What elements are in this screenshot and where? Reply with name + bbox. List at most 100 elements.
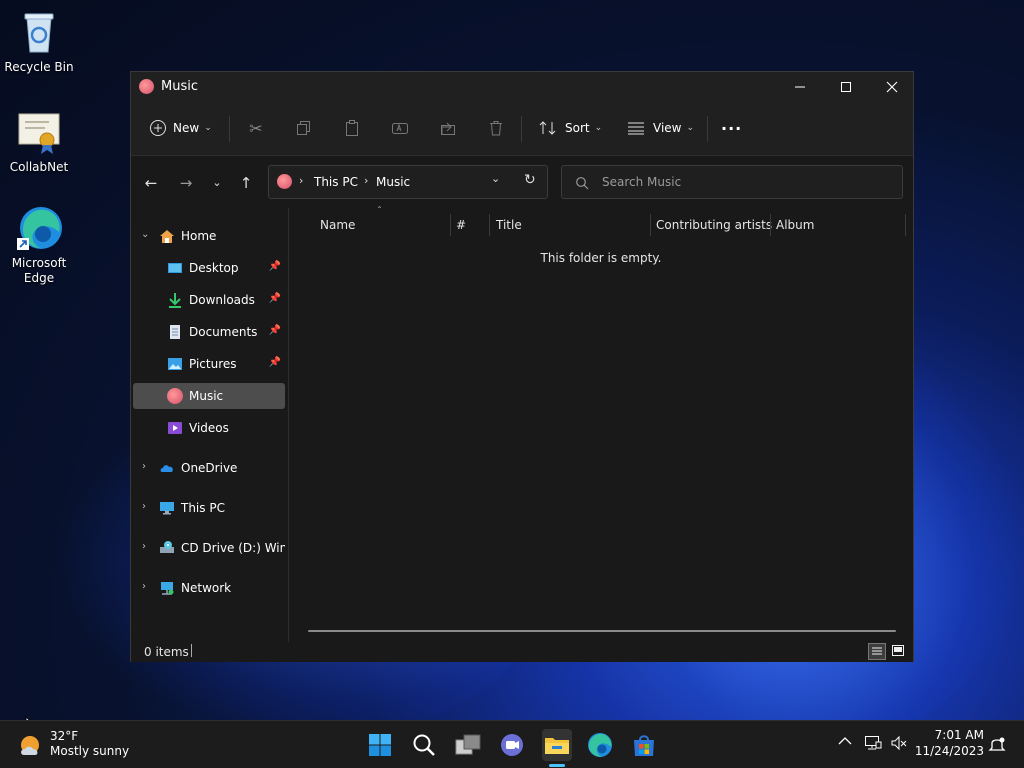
copy-button[interactable]	[289, 114, 319, 142]
scissors-icon: ✂	[249, 118, 263, 138]
volume-button[interactable]	[890, 734, 908, 752]
microsoft-store-button[interactable]	[630, 731, 658, 759]
edge-icon	[588, 733, 612, 757]
search-icon	[413, 734, 435, 756]
up-button[interactable]: ↑	[236, 173, 256, 193]
column-divider[interactable]	[905, 214, 906, 236]
back-button[interactable]: ←	[141, 173, 161, 193]
navigation-pane: ⌄ Home Desktop 📌 Downloads 📌 Documents 📌…	[131, 208, 289, 642]
sidebar-item-downloads[interactable]: Downloads 📌	[133, 287, 285, 313]
delete-button[interactable]	[481, 114, 511, 142]
network-status-button[interactable]	[864, 734, 882, 752]
sidebar-item-network[interactable]: Network	[133, 575, 285, 601]
sidebar-item-desktop[interactable]: Desktop 📌	[133, 255, 285, 281]
column-header-contributing-artists[interactable]: Contributing artists	[656, 218, 772, 232]
arrow-left-icon: ←	[144, 174, 158, 192]
column-divider[interactable]	[450, 214, 451, 236]
store-icon	[634, 735, 654, 756]
clock[interactable]: 7:01 AM 11/24/2023	[914, 727, 984, 763]
recent-locations-button[interactable]: ⌄	[207, 173, 227, 193]
arrow-up-icon: ↑	[239, 174, 253, 192]
task-view-button[interactable]	[454, 731, 482, 759]
show-hidden-icons-button[interactable]	[838, 735, 854, 753]
desktop-icon-collabnet[interactable]: CollabNet	[0, 108, 78, 175]
cut-button[interactable]: ✂	[241, 114, 271, 142]
view-button[interactable]: View ⌄	[627, 114, 694, 142]
share-button[interactable]	[433, 114, 463, 142]
close-button[interactable]	[869, 72, 915, 102]
desktop-icon-microsoft-edge[interactable]: Microsoft Edge	[0, 204, 78, 286]
notifications-button[interactable]	[988, 735, 1006, 753]
column-header-number[interactable]: #	[456, 218, 466, 232]
computer-icon	[160, 502, 174, 515]
sidebar-item-cd-drive[interactable]: CD Drive (D:) Windo	[133, 535, 285, 561]
address-bar[interactable]: › This PC › Music ⌄ ↻	[268, 165, 548, 199]
column-header-title[interactable]: Title	[496, 218, 522, 232]
sidebar-item-this-pc[interactable]: This PC	[133, 495, 285, 521]
volume-muted-icon	[891, 735, 907, 751]
search-input[interactable]: Search Music	[602, 175, 681, 189]
pin-icon: 📌	[268, 261, 281, 272]
title-bar[interactable]: Music	[131, 72, 913, 102]
tiles-view-button[interactable]	[890, 643, 908, 660]
sidebar-item-home[interactable]: Home	[133, 223, 285, 249]
pictures-icon	[168, 358, 182, 370]
search-box[interactable]: Search Music	[561, 165, 903, 199]
sidebar-item-pictures[interactable]: Pictures 📌	[133, 351, 285, 377]
weather-condition: Mostly sunny	[50, 744, 130, 758]
new-button[interactable]: New ⌄	[149, 114, 212, 142]
column-divider[interactable]	[650, 214, 651, 236]
sidebar-item-label: This PC	[181, 501, 225, 515]
item-count: 0 items	[144, 645, 189, 659]
sidebar-item-label: Documents	[189, 325, 258, 339]
clipboard-icon	[346, 120, 358, 136]
ellipsis-icon: ···	[721, 118, 743, 138]
start-button[interactable]	[366, 731, 394, 759]
edge-button[interactable]	[586, 731, 614, 759]
sidebar-item-music[interactable]: Music	[133, 383, 285, 409]
column-header-album[interactable]: Album	[776, 218, 814, 232]
column-divider[interactable]	[770, 214, 771, 236]
weather-widget[interactable]: 32°F Mostly sunny	[18, 727, 138, 763]
new-button-label: New	[173, 121, 200, 135]
status-bar: 0 items	[131, 642, 913, 662]
rename-icon	[392, 123, 408, 134]
plus-circle-icon	[150, 120, 166, 136]
address-history-button[interactable]: ⌄	[491, 172, 500, 185]
details-view-button[interactable]	[868, 643, 886, 660]
sidebar-item-documents[interactable]: Documents 📌	[133, 319, 285, 345]
toolbar-divider	[707, 116, 708, 142]
trash-icon	[490, 121, 502, 136]
desktop-icon-label: Recycle Bin	[4, 60, 74, 74]
taskbar: 32°F Mostly sunny 7:01 AM 11/24/2023	[0, 720, 1024, 768]
windows-logo-icon	[369, 734, 391, 756]
sidebar-item-onedrive[interactable]: OneDrive	[133, 455, 285, 481]
search-button[interactable]	[410, 731, 438, 759]
network-monitor-icon	[865, 736, 882, 750]
sort-button[interactable]: Sort ⌄	[539, 114, 602, 142]
maximize-button[interactable]	[823, 72, 869, 102]
breadcrumb-music[interactable]: Music	[376, 175, 410, 189]
desktop-icon-label: Microsoft Edge	[11, 256, 67, 285]
column-header-name[interactable]: Name	[320, 218, 355, 232]
pin-icon: 📌	[268, 325, 281, 336]
sidebar-item-videos[interactable]: Videos	[133, 415, 285, 441]
desktop-icon-recycle-bin[interactable]: Recycle Bin	[0, 8, 78, 75]
desktop-folder-icon	[168, 263, 182, 273]
minimize-button[interactable]	[777, 72, 823, 102]
rename-button[interactable]	[385, 114, 415, 142]
horizontal-scrollbar[interactable]	[308, 630, 896, 632]
sidebar-item-label: Music	[189, 389, 224, 403]
forward-button[interactable]: →	[176, 173, 196, 193]
refresh-icon: ↻	[524, 172, 536, 188]
file-explorer-button[interactable]	[542, 729, 572, 761]
breadcrumb-this-pc[interactable]: This PC	[314, 175, 358, 189]
refresh-button[interactable]: ↻	[524, 172, 536, 188]
column-divider[interactable]	[489, 214, 490, 236]
sort-indicator-icon: ˆ	[377, 206, 382, 217]
active-app-indicator	[549, 764, 565, 767]
teams-chat-button[interactable]	[498, 731, 526, 759]
paste-button[interactable]	[337, 114, 367, 142]
empty-folder-message: This folder is empty.	[540, 251, 662, 265]
more-options-button[interactable]: ···	[721, 114, 742, 142]
